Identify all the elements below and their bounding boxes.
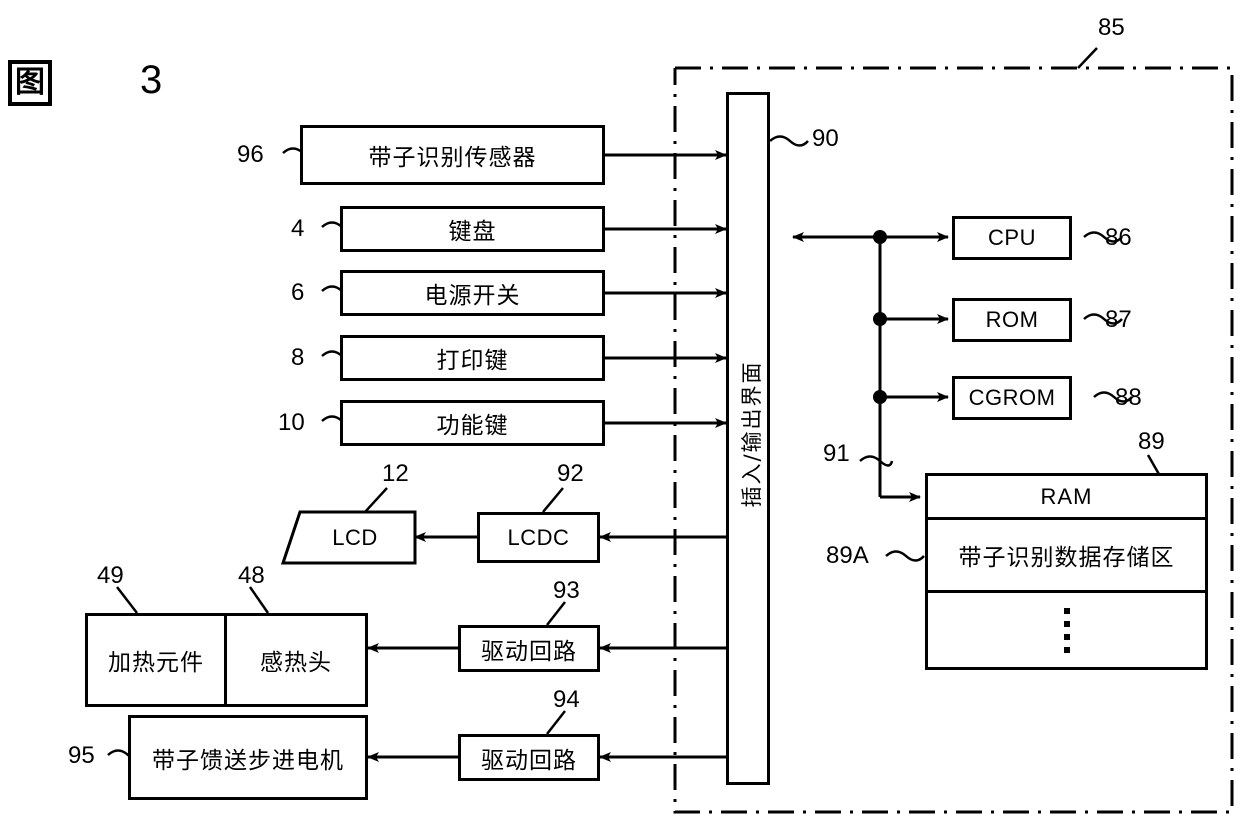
ref-8: 8 [291,344,305,371]
block-cpu[interactable]: CPU [952,216,1072,260]
patent-figure-3: 图 3 带子识别传感器 96 键盘 4 电源开关 6 打印键 8 功能键 10 … [0,0,1240,818]
block-heating-element: 加热元件 [88,616,227,704]
ref-87: 87 [1105,306,1132,333]
ref-86: 86 [1105,224,1132,251]
block-tape-feed-stepping-motor[interactable]: 带子馈送步进电机 [128,715,368,800]
ref-89A: 89A [826,542,869,569]
ref-10: 10 [278,409,305,436]
ref-93: 93 [553,577,580,604]
block-rom[interactable]: ROM [952,298,1072,342]
ref-48: 48 [238,562,265,589]
block-driver-circuit-94[interactable]: 驱动回路 [458,734,600,781]
block-power-switch[interactable]: 电源开关 [340,270,605,316]
block-io-interface[interactable]: 插入/输出界面 [726,92,770,785]
ref-91: 91 [823,440,850,467]
block-cgrom[interactable]: CGROM [952,376,1072,420]
ref-88: 88 [1115,384,1142,411]
block-tape-id-sensor[interactable]: 带子识别传感器 [300,125,605,185]
ref-4: 4 [291,215,305,242]
ref-90: 90 [812,125,839,152]
block-thermal-head-assembly[interactable]: 加热元件 感热头 [85,613,368,707]
ref-95: 95 [68,742,95,769]
ref-89: 89 [1138,428,1165,455]
ref-49: 49 [97,562,124,589]
ram-title: RAM [928,476,1205,520]
ref-6: 6 [291,279,305,306]
input-connectors [605,150,727,428]
block-print-key[interactable]: 打印键 [340,335,605,381]
ref-94: 94 [553,686,580,713]
ref-92: 92 [557,460,584,487]
block-function-key[interactable]: 功能键 [340,400,605,446]
block-lcdc[interactable]: LCDC [477,512,600,563]
block-driver-circuit-93[interactable]: 驱动回路 [458,625,600,672]
ram-ellipsis-dots [928,593,1205,667]
block-ram[interactable]: RAM 带子识别数据存储区 [925,473,1208,670]
io-interface-label: 插入/输出界面 [740,360,764,508]
ref-85: 85 [1098,14,1125,41]
ref-12: 12 [382,460,409,487]
leader-85 [1077,47,1098,69]
ram-region-tape-id-data: 带子识别数据存储区 [928,520,1205,593]
ref-96: 96 [237,141,264,168]
block-thermal-head: 感热头 [260,650,332,676]
lcd-label: LCD [332,525,378,550]
block-keyboard[interactable]: 键盘 [340,206,605,252]
